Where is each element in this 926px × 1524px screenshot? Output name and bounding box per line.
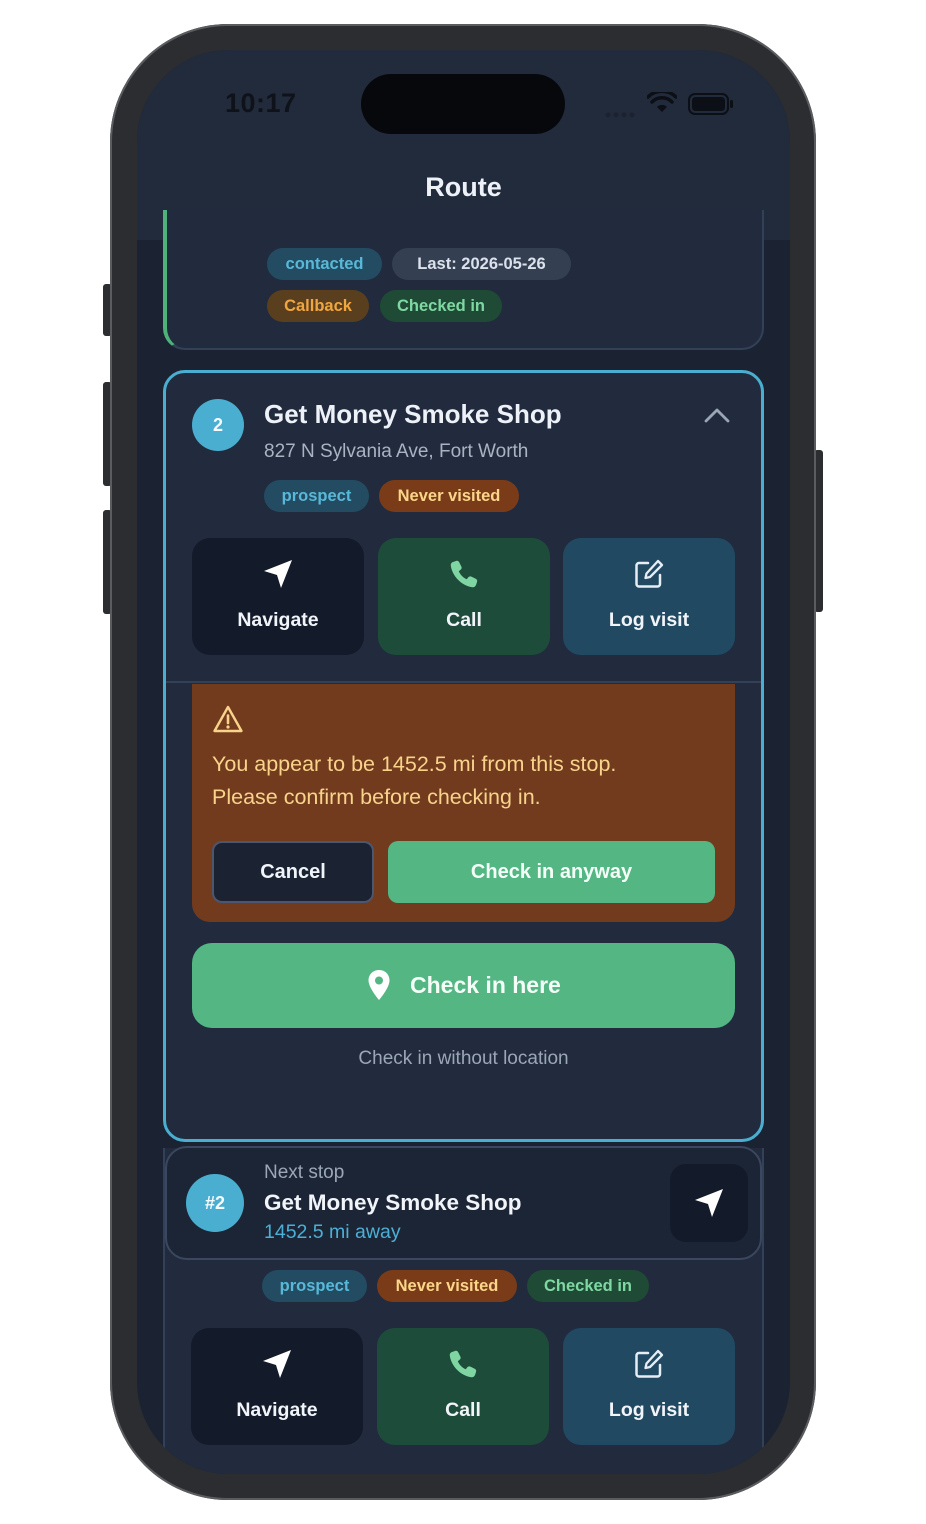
next-stop-distance: 1452.5 mi away bbox=[264, 1221, 401, 1243]
warning-message: You appear to be 1452.5 mi from this sto… bbox=[212, 752, 617, 809]
next-log-visit-button[interactable]: Log visit bbox=[563, 1328, 735, 1445]
check-in-anyway-label: Check in anyway bbox=[470, 861, 633, 883]
check-in-here-label: Check in here bbox=[410, 972, 561, 998]
cancel-button[interactable]: Cancel bbox=[212, 841, 374, 903]
next-log-visit-label: Log visit bbox=[608, 1399, 690, 1421]
page-title: Route bbox=[425, 172, 502, 202]
stop-address: 827 N Sylvania Ave, Fort Worth bbox=[264, 441, 529, 462]
navigation-arrow-icon bbox=[263, 1350, 291, 1378]
stop-card-previous[interactable] bbox=[163, 210, 764, 350]
stop-number: 2 bbox=[212, 415, 223, 435]
phone-icon bbox=[450, 560, 478, 588]
dynamic-island bbox=[361, 74, 565, 134]
wifi-icon bbox=[646, 89, 678, 119]
map-pin-icon bbox=[368, 970, 390, 1000]
next-stop-name: Get Money Smoke Shop bbox=[264, 1190, 522, 1215]
next-stop-label: Next stop bbox=[264, 1162, 345, 1183]
next-stop-navigate-button[interactable] bbox=[670, 1164, 748, 1242]
check-in-anyway-button[interactable]: Check in anyway bbox=[388, 841, 715, 903]
check-in-here-button[interactable]: Check in here bbox=[192, 943, 735, 1028]
next-stop-badge-label: #2 bbox=[204, 1193, 226, 1213]
divider bbox=[166, 681, 761, 683]
tag-prospect: prospect bbox=[264, 480, 369, 512]
cancel-label: Cancel bbox=[260, 861, 326, 883]
next-tag-checked-in: Checked in bbox=[527, 1270, 649, 1302]
tag-last-visit: Last: 2026-05-26 bbox=[392, 248, 571, 280]
tag-callback: Callback bbox=[267, 290, 369, 322]
navigate-label: Navigate bbox=[237, 609, 319, 631]
chevron-up-icon[interactable] bbox=[703, 406, 731, 429]
call-button[interactable]: Call bbox=[378, 538, 550, 655]
next-navigate-label: Navigate bbox=[236, 1399, 318, 1421]
next-tag-prospect: prospect bbox=[262, 1270, 367, 1302]
tag-never-visited: Never visited bbox=[379, 480, 519, 512]
signal-icon bbox=[605, 106, 637, 124]
distance-warning: You appear to be 1452.5 mi from this sto… bbox=[192, 684, 735, 922]
phone-icon bbox=[449, 1350, 477, 1378]
edit-icon bbox=[635, 559, 664, 588]
screen: 10:17 Route contacted Last: 2026-05-26 C… bbox=[137, 50, 790, 1474]
tag-checked-in: Checked in bbox=[380, 290, 502, 322]
next-navigate-button[interactable]: Navigate bbox=[191, 1328, 363, 1445]
battery-icon bbox=[688, 93, 734, 120]
navigation-arrow-icon bbox=[695, 1189, 723, 1217]
status-time: 10:17 bbox=[225, 88, 297, 118]
tag-contacted: contacted bbox=[267, 248, 382, 280]
next-stop-badge: #2 bbox=[186, 1174, 244, 1232]
edit-icon bbox=[635, 1349, 664, 1378]
call-label: Call bbox=[446, 609, 482, 631]
next-tag-never-visited: Never visited bbox=[377, 1270, 517, 1302]
stop-number-badge: 2 bbox=[192, 399, 244, 451]
next-call-button[interactable]: Call bbox=[377, 1328, 549, 1445]
warning-icon bbox=[213, 705, 243, 733]
navigate-button[interactable]: Navigate bbox=[192, 538, 364, 655]
log-visit-label: Log visit bbox=[608, 609, 690, 631]
next-call-label: Call bbox=[445, 1399, 481, 1421]
stop-name: Get Money Smoke Shop bbox=[264, 399, 562, 429]
check-in-without-location-link[interactable]: Check in without location bbox=[163, 1048, 764, 1070]
navigation-arrow-icon bbox=[264, 560, 292, 588]
log-visit-button[interactable]: Log visit bbox=[563, 538, 735, 655]
